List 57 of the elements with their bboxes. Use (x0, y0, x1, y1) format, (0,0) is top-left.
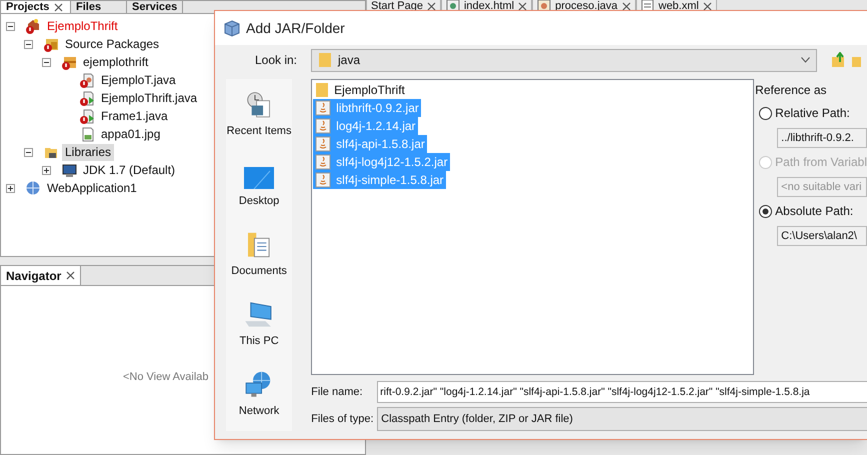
desktop-icon (244, 166, 274, 188)
close-icon[interactable] (702, 2, 712, 10)
tree-item[interactable]: EjemploThrift.java (98, 90, 200, 106)
cube-icon (224, 20, 240, 37)
close-icon[interactable] (54, 2, 64, 12)
expand-icon[interactable] (6, 184, 15, 192)
tree-item[interactable]: Libraries (62, 144, 114, 160)
navigator-tab[interactable]: Navigator (1, 266, 82, 285)
chevron-down-icon (801, 57, 810, 64)
folder-icon (315, 82, 330, 98)
jar-file-icon (315, 154, 332, 170)
close-icon[interactable] (66, 271, 76, 280)
radio-label: Relative Path: (775, 105, 850, 122)
panel-tab[interactable]: Projects (1, 1, 71, 13)
place-item[interactable]: Desktop (238, 161, 280, 209)
jar-file-icon (315, 100, 332, 116)
place-item[interactable]: This PC (240, 301, 279, 349)
jar-file-icon (315, 172, 332, 188)
jar-file-icon (315, 136, 332, 152)
path-field[interactable]: C:\Users\alan2\ (777, 226, 867, 246)
tree-item[interactable]: JDK 1.7 (Default) (80, 162, 178, 178)
radio-button[interactable] (759, 106, 772, 120)
folder-up-icon[interactable] (831, 52, 847, 68)
collapse-icon[interactable] (24, 40, 33, 48)
look-in-dropdown[interactable]: java (311, 48, 817, 72)
close-icon[interactable] (518, 2, 528, 10)
file-name-label: File name: (311, 384, 364, 400)
close-icon[interactable] (622, 2, 630, 10)
radio-button[interactable] (759, 204, 772, 218)
collapse-icon[interactable] (6, 22, 15, 30)
place-item[interactable]: Documents (231, 231, 287, 279)
close-icon[interactable] (426, 2, 436, 10)
path-field[interactable]: ../libthrift-0.9.2. (777, 128, 867, 148)
look-in-label: Look in: (254, 52, 298, 70)
tree-item[interactable]: WebApplication1 (44, 180, 140, 196)
file-name-field[interactable]: rift-0.9.2.jar" "log4j-1.2.14.jar" "slf4j-api-1.5.8.jar" "slf4j-log4j12-1.5.2.jar" "slf4j-simple-1.5.8.ja (377, 381, 867, 403)
radio-label: Path from Variabl (775, 154, 867, 171)
dialog-title: Add JAR/Folder (246, 18, 345, 38)
tree-item[interactable]: ejemplothrift (80, 54, 152, 70)
tree-item[interactable]: EjemploT.java (98, 72, 179, 88)
tree-item[interactable]: appa01.jpg (98, 126, 164, 142)
collapse-icon[interactable] (42, 58, 51, 66)
place-item[interactable]: Network (238, 371, 280, 419)
radio-label: Absolute Path: (775, 203, 854, 220)
empty-message: <No View Availab (123, 370, 209, 386)
file-type-label: Files of type: (311, 412, 375, 427)
tree-item[interactable]: Source Packages (62, 36, 162, 52)
folder-icon (318, 52, 332, 68)
file-type-dropdown[interactable]: Classpath Entry (folder, ZIP or JAR file) (377, 407, 867, 431)
file-item[interactable]: EjemploThrift (313, 81, 407, 99)
tree-item[interactable]: Frame1.java (98, 108, 171, 124)
place-item[interactable]: Recent Items (226, 91, 292, 139)
expand-icon[interactable] (42, 166, 51, 174)
reference-label: Reference as (755, 82, 828, 99)
tree-item[interactable]: EjemploThrift (44, 18, 121, 34)
collapse-icon[interactable] (24, 148, 33, 156)
jar-file-icon (315, 118, 332, 134)
